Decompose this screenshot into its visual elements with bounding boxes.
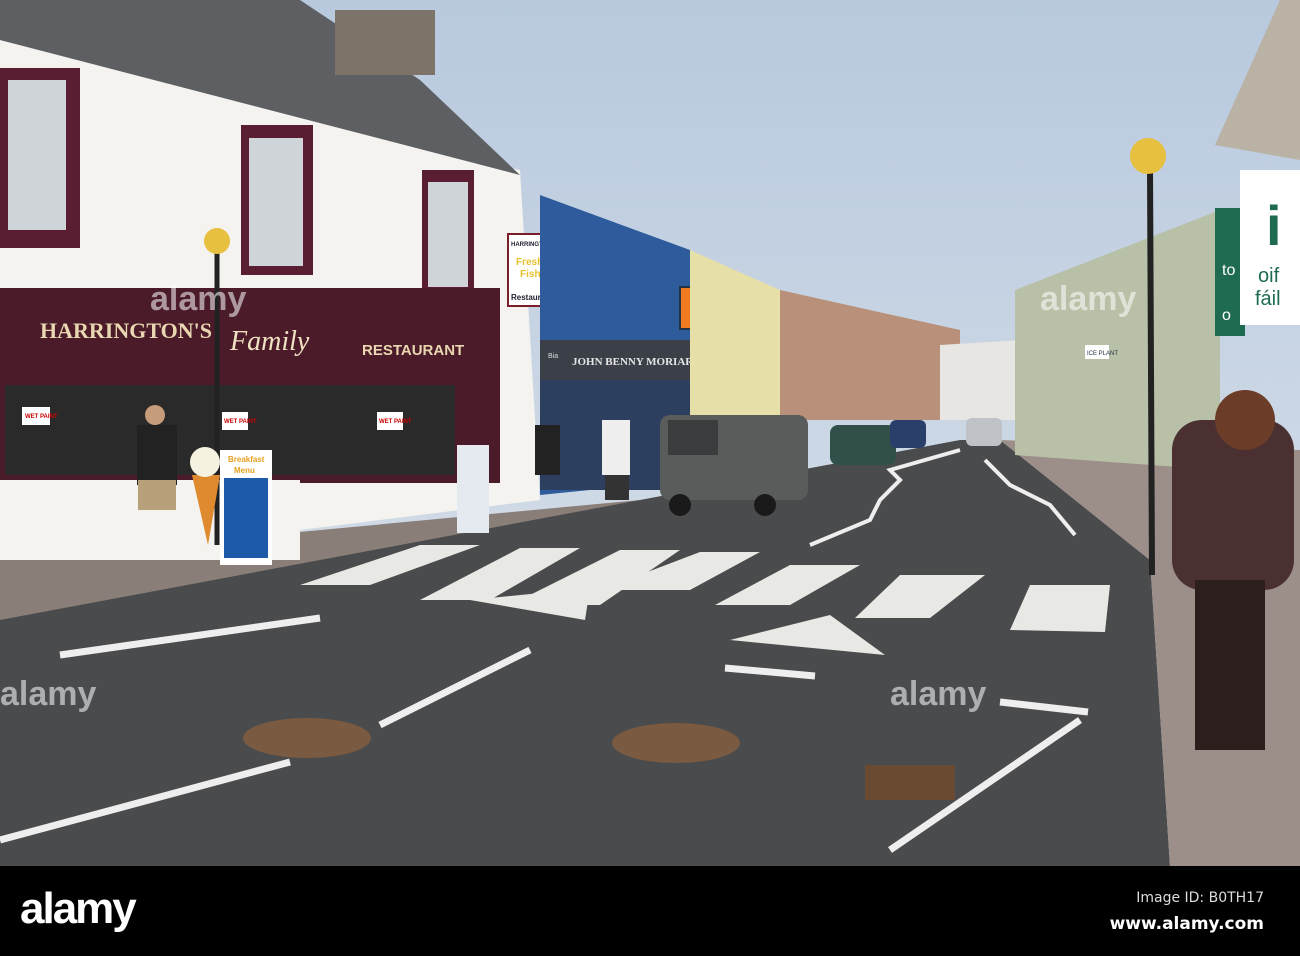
- tourist-sign-left: to: [1222, 262, 1235, 279]
- svg-text:WET PAINT: WET PAINT: [25, 414, 58, 420]
- pedestrian: [602, 420, 630, 500]
- watermark: alamy: [150, 280, 246, 318]
- svg-text:o: o: [1222, 307, 1231, 324]
- pedestrian: [535, 425, 560, 475]
- svg-text:fáil: fáil: [1255, 288, 1281, 310]
- svg-text:Fish: Fish: [520, 269, 541, 280]
- car: [966, 418, 1002, 446]
- watermark: alamy: [890, 675, 986, 713]
- watermark: alamy: [0, 675, 96, 713]
- breakfast-menu-board: Breakfast Menu: [220, 450, 272, 565]
- restaurant-label: RESTAURANT: [362, 342, 464, 359]
- svg-text:Fresh: Fresh: [516, 257, 543, 268]
- car: [830, 425, 896, 465]
- alamy-logo: alamy: [20, 884, 137, 933]
- svg-text:oif: oif: [1258, 265, 1280, 287]
- watermark: alamy: [1040, 280, 1136, 318]
- svg-text:Breakfast: Breakfast: [228, 455, 265, 464]
- ice-plant-sign: ICE PLANT: [1087, 351, 1118, 357]
- car: [890, 420, 926, 448]
- sandwich-board: [457, 445, 489, 533]
- footer-bar: alamy Image ID: B0TH17 www.alamy.com: [0, 866, 1300, 956]
- restaurant-family: Family: [229, 326, 310, 357]
- site-url: www.alamy.com: [1109, 914, 1264, 934]
- image-id: Image ID: B0TH17: [1136, 890, 1264, 906]
- svg-text:WET PAINT: WET PAINT: [379, 419, 412, 425]
- street-photo: HARRINGTON'S Family RESTAURANT WET PAINT…: [0, 0, 1300, 866]
- info-letter: i: [1266, 194, 1282, 257]
- restaurant-name: HARRINGTON'S: [40, 318, 212, 343]
- svg-text:WET PAINT: WET PAINT: [224, 419, 257, 425]
- svg-text:Menu: Menu: [234, 466, 255, 475]
- pub-irish-sign: Bia: [548, 353, 558, 360]
- pub-name: JOHN BENNY MORIARTY: [572, 356, 708, 368]
